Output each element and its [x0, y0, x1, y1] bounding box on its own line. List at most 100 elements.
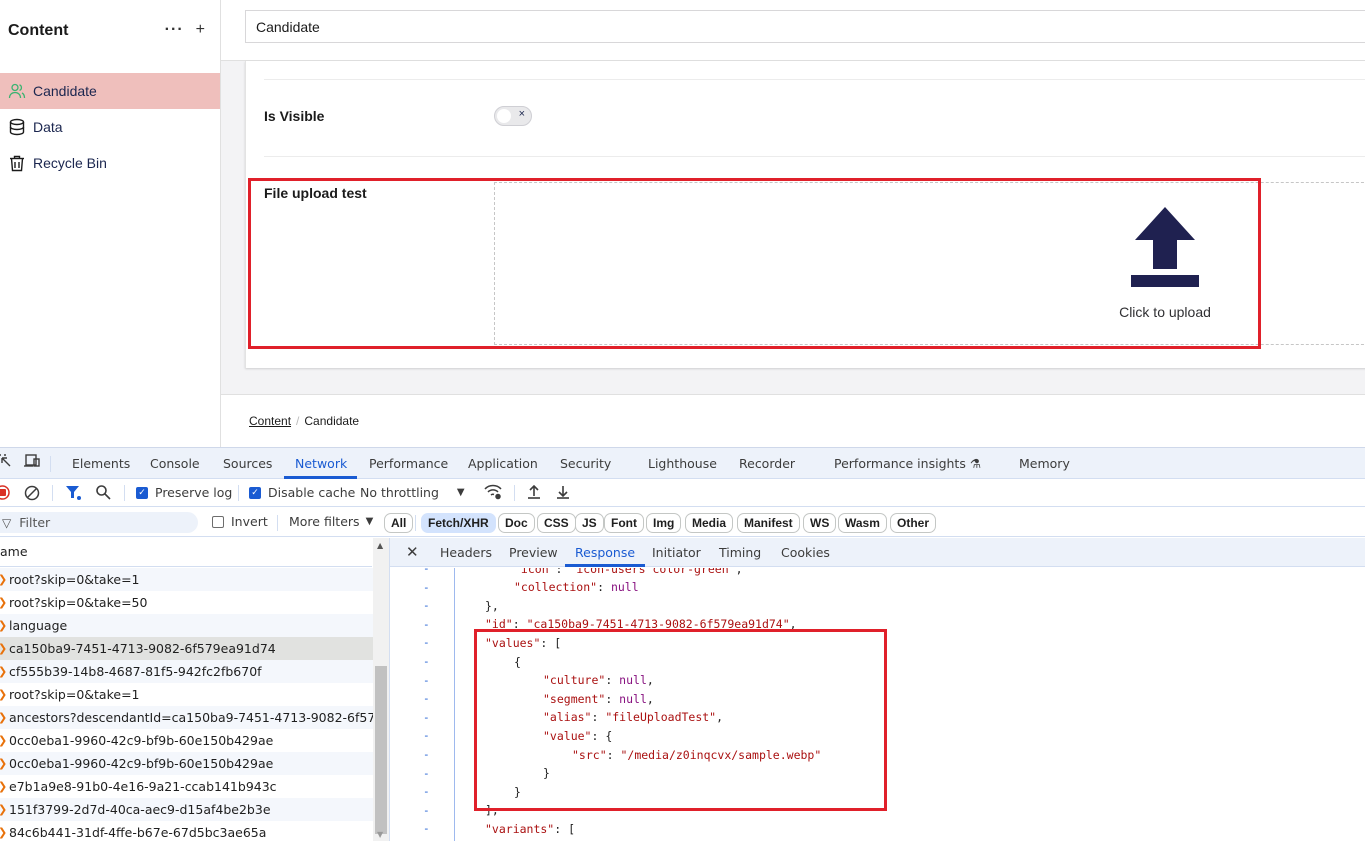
- file-upload-dropzone[interactable]: Click to upload: [494, 182, 1365, 345]
- request-row[interactable]: ❯root?skip=0&take=50: [0, 591, 373, 614]
- tab-preview[interactable]: Preview: [509, 545, 558, 560]
- tab-response[interactable]: Response: [575, 545, 635, 560]
- filter-input[interactable]: ▽ Filter: [0, 512, 198, 533]
- request-row[interactable]: ❯e7b1a9e8-91b0-4e16-9a21-ccab141b943c: [0, 775, 373, 798]
- sidebar-item-label: Data: [33, 119, 63, 135]
- line-gutter-marker: -: [423, 636, 430, 650]
- devtools-tabbar: Elements Console Sources Network Perform…: [0, 448, 1365, 479]
- invert-checkbox[interactable]: Invert: [212, 514, 268, 529]
- filter-chip-img[interactable]: Img: [646, 513, 682, 533]
- filter-chip-doc[interactable]: Doc: [498, 513, 535, 533]
- request-row[interactable]: ❯cf555b39-14b8-4687-81f5-942fc2fb670f: [0, 660, 373, 683]
- preserve-log-checkbox[interactable]: ✓ Preserve log: [136, 485, 232, 500]
- fetch-request-icon: ❯: [0, 757, 7, 770]
- code-text: "id": "ca150ba9-7451-4713-9082-6f579ea91…: [485, 617, 797, 632]
- request-row[interactable]: ❯ca150ba9-7451-4713-9082-6f579ea91d74: [0, 637, 373, 660]
- response-body[interactable]: - "icon": "icon-users color-green", - "coll…: [390, 568, 1365, 841]
- request-list: ❯root?skip=0&take=1❯root?skip=0&take=50❯…: [0, 568, 373, 844]
- users-icon: [8, 82, 26, 100]
- code-line: -],: [390, 801, 1365, 820]
- more-filters-dropdown[interactable]: More filters ▼: [289, 514, 373, 529]
- request-row[interactable]: ❯root?skip=0&take=1: [0, 568, 373, 591]
- filter-icon: ▽: [2, 515, 12, 530]
- line-gutter-marker: -: [423, 673, 430, 687]
- import-har-icon[interactable]: [526, 484, 542, 500]
- editor-main: Candidate Is Visible × File upload test …: [221, 0, 1365, 447]
- record-stop-icon[interactable]: [0, 485, 10, 500]
- line-gutter-marker: -: [423, 729, 430, 743]
- tab-initiator[interactable]: Initiator: [652, 545, 701, 560]
- close-icon[interactable]: ✕: [406, 543, 419, 561]
- request-row[interactable]: ❯root?skip=0&take=1: [0, 683, 373, 706]
- filter-chip-wasm[interactable]: Wasm: [838, 513, 887, 533]
- request-row[interactable]: ❯0cc0eba1-9960-42c9-bf9b-60e150b429ae: [0, 729, 373, 752]
- sidebar-item-candidate[interactable]: Candidate: [0, 73, 220, 109]
- request-row[interactable]: ❯language: [0, 614, 373, 637]
- tab-elements[interactable]: Elements: [72, 456, 130, 471]
- tab-timing[interactable]: Timing: [719, 545, 761, 560]
- tab-lighthouse[interactable]: Lighthouse: [648, 456, 717, 471]
- tab-recorder[interactable]: Recorder: [739, 456, 795, 471]
- request-name: language: [9, 618, 68, 633]
- code-line: -{: [390, 652, 1365, 671]
- scroll-down-arrow-icon[interactable]: ▼: [377, 830, 383, 839]
- tab-cookies[interactable]: Cookies: [781, 545, 830, 560]
- name-column-header[interactable]: ame: [0, 538, 372, 567]
- code-line: - "collection": null: [390, 578, 1365, 597]
- tab-network[interactable]: Network: [295, 456, 347, 471]
- filter-chip-manifest[interactable]: Manifest: [737, 513, 800, 533]
- filter-chip-ws[interactable]: WS: [803, 513, 837, 533]
- clear-icon[interactable]: [24, 485, 40, 501]
- dropdown-arrow-icon: ▼: [365, 516, 374, 527]
- request-row[interactable]: ❯84c6b441-31df-4ffe-b67e-67d5bc3ae65a: [0, 821, 373, 844]
- request-list-scrollbar[interactable]: ▲ ▼: [373, 538, 389, 841]
- filter-chip-all[interactable]: All: [384, 513, 414, 533]
- code-text: ],: [485, 803, 499, 818]
- device-toolbar-icon[interactable]: [23, 454, 41, 471]
- code-line: - "values": [: [390, 633, 1365, 652]
- tab-sources[interactable]: Sources: [223, 456, 272, 471]
- filter-chip-media[interactable]: Media: [685, 513, 734, 533]
- tab-application[interactable]: Application: [468, 456, 538, 471]
- disable-cache-checkbox[interactable]: ✓ Disable cache: [249, 485, 355, 500]
- tab-headers[interactable]: Headers: [440, 545, 492, 560]
- code-line: - "src": "/media/z0inqcvx/sample.webp": [390, 745, 1365, 764]
- scroll-up-arrow-icon[interactable]: ▲: [377, 541, 383, 550]
- line-gutter-marker: -: [423, 692, 430, 706]
- line-gutter-marker: -: [423, 710, 430, 724]
- line-gutter-marker: -: [423, 766, 430, 780]
- sidebar-item-label: Candidate: [33, 83, 97, 99]
- scrollbar-thumb[interactable]: [375, 666, 387, 834]
- fetch-request-icon: ❯: [0, 596, 7, 609]
- is-visible-toggle[interactable]: ×: [494, 106, 532, 126]
- upload-prompt[interactable]: Click to upload: [1105, 304, 1225, 320]
- export-har-icon[interactable]: [555, 484, 571, 500]
- document-name-input[interactable]: Candidate: [245, 10, 1365, 43]
- filter-chip-js[interactable]: JS: [575, 513, 604, 533]
- filter-chip-font[interactable]: Font: [604, 513, 644, 533]
- tab-security[interactable]: Security: [560, 456, 611, 471]
- plus-icon[interactable]: +: [196, 21, 205, 39]
- search-icon[interactable]: [95, 484, 111, 500]
- ellipsis-icon[interactable]: ···: [165, 21, 184, 39]
- sidebar-item-recycle-bin[interactable]: Recycle Bin: [0, 145, 220, 181]
- breadcrumb-content-link[interactable]: Content: [249, 414, 291, 428]
- inspect-element-icon[interactable]: [0, 454, 12, 471]
- tab-memory[interactable]: Memory: [1019, 456, 1070, 471]
- request-row[interactable]: ❯151f3799-2d7d-40ca-aec9-d15af4be2b3e: [0, 798, 373, 821]
- tab-performance[interactable]: Performance: [369, 456, 448, 471]
- tab-console[interactable]: Console: [150, 456, 200, 471]
- filter-chip-other[interactable]: Other: [890, 513, 937, 533]
- filter-funnel-icon[interactable]: [65, 485, 83, 501]
- tab-performance-insights[interactable]: Performance insights ⚗: [834, 456, 981, 471]
- network-conditions-icon[interactable]: [483, 484, 503, 500]
- request-row[interactable]: ❯ancestors?descendantId=ca150ba9-7451-47…: [0, 706, 373, 729]
- network-filter-bar: ▽ Filter Invert More filters ▼ All Fetch/X…: [0, 508, 1365, 537]
- checkbox-unchecked-icon: [212, 515, 224, 528]
- filter-chip-css[interactable]: CSS: [537, 513, 576, 533]
- content-sidebar: Content ··· + Candidate Data Recycle Bin: [0, 0, 221, 447]
- sidebar-item-data[interactable]: Data: [0, 109, 220, 145]
- filter-chip-fetch-xhr[interactable]: Fetch/XHR: [421, 513, 496, 533]
- throttling-select[interactable]: No throttling ▼: [360, 485, 465, 500]
- request-row[interactable]: ❯0cc0eba1-9960-42c9-bf9b-60e150b429ae: [0, 752, 373, 775]
